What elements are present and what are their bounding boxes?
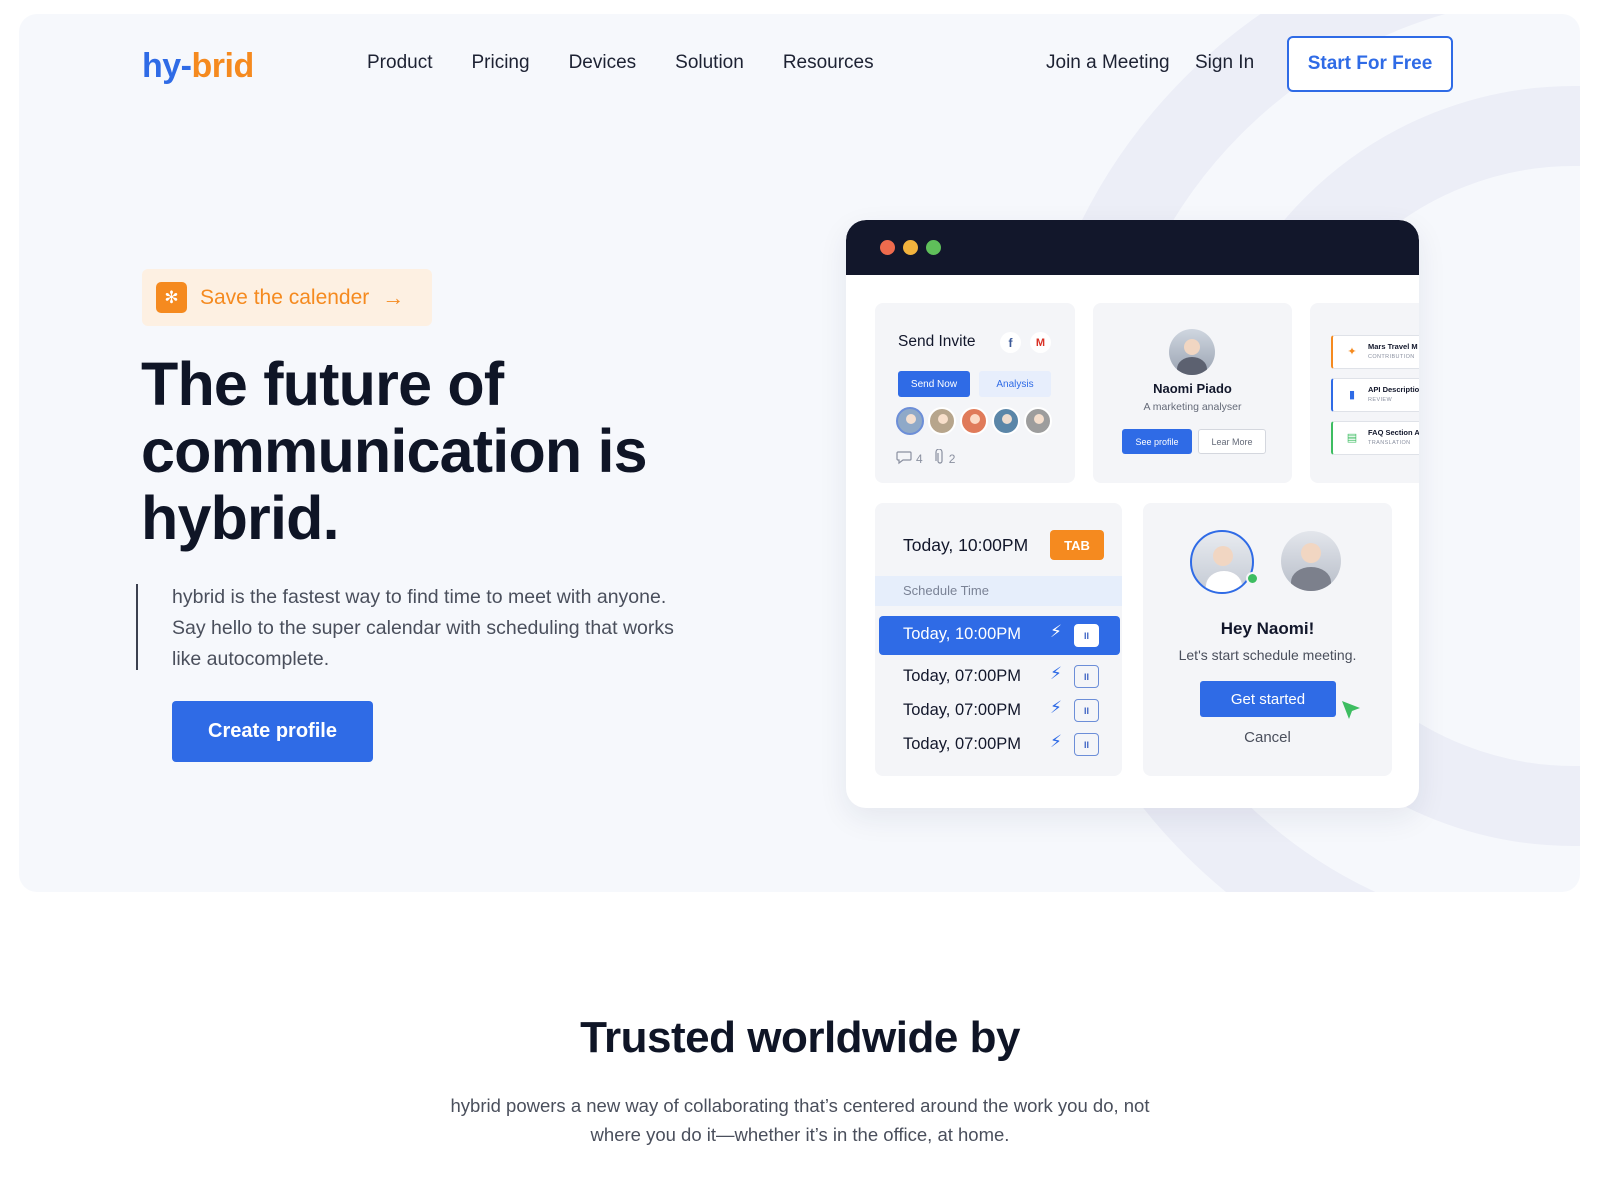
task-subtitle: REVIEW (1368, 397, 1393, 403)
online-status-dot (1246, 572, 1259, 585)
task-list-card: ✦ Mars Travel M CONTRIBUTION ▮ API Descr… (1310, 303, 1419, 483)
analysis-button[interactable]: Analysis (979, 371, 1051, 397)
logo-part-2: brid (191, 47, 255, 85)
task-subtitle: TRANSLATION (1368, 440, 1411, 446)
pause-button[interactable]: II (1074, 624, 1099, 647)
arrow-right-icon: → (382, 284, 405, 310)
app-preview-window: Send Invite f M Send Now Analysis 4 2 Na… (846, 220, 1419, 808)
gmail-icon[interactable]: M (1030, 332, 1051, 353)
avatar[interactable] (992, 407, 1020, 435)
greeting-card: Hey Naomi! Let's start schedule meeting.… (1143, 503, 1392, 776)
avatar (1169, 329, 1215, 375)
tab-badge[interactable]: TAB (1050, 530, 1104, 560)
learn-more-button[interactable]: Lear More (1198, 429, 1266, 454)
schedule-section: Schedule Time (875, 576, 1122, 606)
avatar[interactable] (960, 407, 988, 435)
window-minimize-dot (903, 240, 918, 255)
window-titlebar (846, 220, 1419, 275)
nav-resources[interactable]: Resources (783, 52, 874, 74)
avatar[interactable] (928, 407, 956, 435)
main-nav: Product Pricing Devices Solution Resourc… (367, 52, 874, 74)
send-now-button[interactable]: Send Now (898, 371, 970, 397)
hero-description: hybrid is the fastest way to find time t… (172, 586, 674, 670)
attachment-count: 2 (948, 451, 956, 466)
schedule-time[interactable]: Today, 07:00PM (903, 701, 1021, 720)
task-title: API Descriptio (1368, 385, 1419, 394)
comment-icon (896, 450, 912, 468)
send-invite-card: Send Invite f M Send Now Analysis 4 2 (875, 303, 1075, 483)
schedule-section-label: Schedule Time (903, 583, 989, 598)
window-close-dot (880, 240, 895, 255)
logo[interactable]: hy-brid (142, 47, 254, 86)
bolt-icon: ⚡ (1050, 698, 1062, 717)
avatar[interactable] (1024, 407, 1052, 435)
pause-button[interactable]: II (1074, 733, 1099, 756)
nav-devices[interactable]: Devices (569, 52, 637, 74)
invite-meta: 4 2 (896, 448, 956, 468)
description-accent-bar (136, 584, 138, 670)
gear-icon: ✻ (156, 282, 187, 313)
join-meeting-link[interactable]: Join a Meeting (1046, 52, 1170, 74)
schedule-card: Today, 10:00PM TAB Schedule Time Today, … (875, 503, 1122, 776)
profile-role: A marketing analyser (1143, 401, 1242, 413)
schedule-time[interactable]: Today, 07:00PM (903, 735, 1021, 754)
badge-label: Save the calender (200, 285, 370, 309)
nav-solution[interactable]: Solution (675, 52, 744, 74)
hero-headline: The future of communication is hybrid. (141, 350, 648, 552)
schedule-time[interactable]: Today, 07:00PM (903, 667, 1021, 686)
save-calendar-badge[interactable]: ✻ Save the calender → (142, 269, 432, 326)
document-icon: ▤ (1346, 432, 1358, 444)
schedule-header: Today, 10:00PM (903, 535, 1029, 555)
avatar (1281, 531, 1341, 591)
trusted-description: hybrid powers a new way of collaborating… (450, 1095, 1150, 1145)
see-profile-button[interactable]: See profile (1122, 429, 1192, 454)
task-item[interactable]: ✦ Mars Travel M CONTRIBUTION (1331, 335, 1419, 369)
schedule-time: Today, 10:00PM (903, 625, 1022, 643)
task-item[interactable]: ▮ API Descriptio REVIEW (1331, 378, 1419, 412)
task-title: FAQ Section A (1368, 428, 1419, 437)
task-item[interactable]: ▤ FAQ Section A TRANSLATION (1331, 421, 1419, 455)
nav-product[interactable]: Product (367, 52, 432, 74)
megaphone-icon: ✦ (1347, 346, 1357, 358)
chart-icon: ▮ (1348, 389, 1356, 401)
bolt-icon: ⚡ (1050, 732, 1062, 751)
task-subtitle: CONTRIBUTION (1368, 354, 1415, 360)
profile-card: Naomi Piado A marketing analyser See pro… (1093, 303, 1292, 483)
send-invite-title: Send Invite (898, 333, 976, 350)
attachment-icon (935, 448, 945, 468)
avatar[interactable] (896, 407, 924, 435)
invitee-avatars (896, 407, 1052, 435)
hero-section: hy-brid Product Pricing Devices Solution… (19, 14, 1580, 892)
avatar (1190, 530, 1254, 594)
profile-name: Naomi Piado (1153, 381, 1232, 396)
pause-button[interactable]: II (1074, 699, 1099, 722)
trusted-title: Trusted worldwide by (580, 1013, 1020, 1062)
get-started-button[interactable]: Get started (1200, 681, 1336, 717)
greeting-subtitle: Let's start schedule meeting. (1178, 647, 1357, 663)
logo-part-1: hy- (142, 47, 192, 85)
create-profile-button[interactable]: Create profile (172, 701, 373, 762)
pause-button[interactable]: II (1074, 665, 1099, 688)
nav-pricing[interactable]: Pricing (471, 52, 529, 74)
comment-count: 4 (916, 451, 923, 466)
sign-in-link[interactable]: Sign In (1195, 52, 1254, 74)
start-for-free-button[interactable]: Start For Free (1287, 36, 1453, 92)
cancel-link[interactable]: Cancel (1143, 729, 1392, 746)
bolt-icon: ⚡ (1050, 622, 1062, 641)
window-maximize-dot (926, 240, 941, 255)
bolt-icon: ⚡ (1050, 664, 1062, 683)
greeting-title: Hey Naomi! (1220, 619, 1315, 638)
facebook-icon[interactable]: f (1000, 332, 1021, 353)
cursor-icon (1340, 699, 1362, 726)
task-title: Mars Travel M (1368, 342, 1418, 351)
